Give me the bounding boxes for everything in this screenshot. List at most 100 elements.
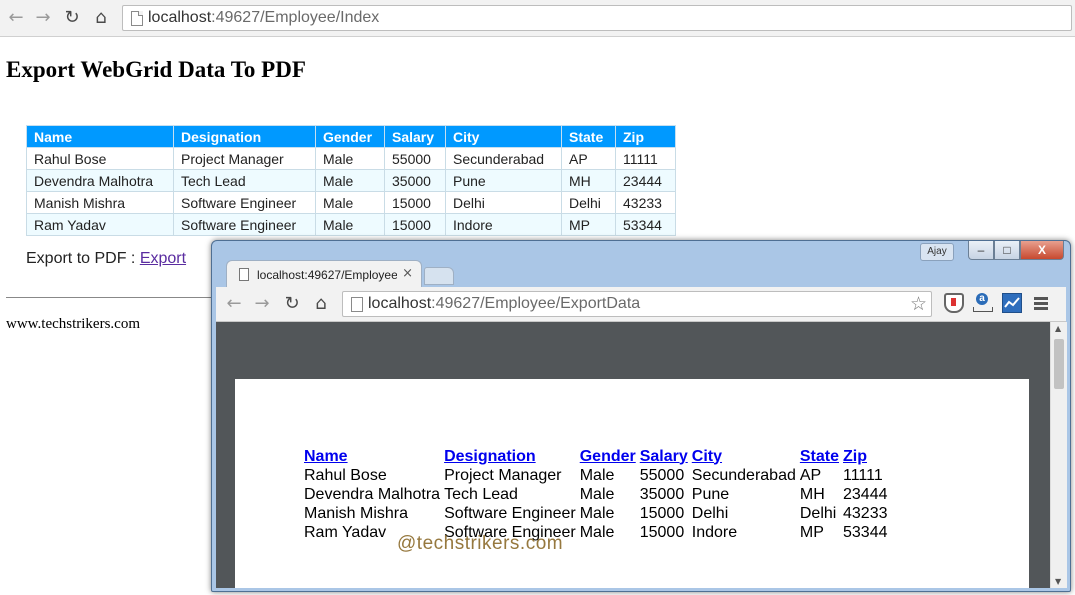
cell-zip: 23444 xyxy=(615,169,676,192)
amazon-extension-icon[interactable]: a xyxy=(972,293,993,313)
cell-designation: Tech Lead xyxy=(173,169,316,192)
home-icon[interactable]: ⌂ xyxy=(311,294,331,314)
page-title: Export WebGrid Data To PDF xyxy=(6,57,306,82)
cell-city: Secunderabad xyxy=(445,147,562,170)
address-bar[interactable]: localhost:49627/Employee/ExportData ☆ xyxy=(342,291,932,317)
cell-name: Devendra Malhotra xyxy=(304,485,441,503)
reload-icon[interactable]: ↻ xyxy=(62,8,82,28)
cell-name: Devendra Malhotra xyxy=(26,169,174,192)
cell-name: Manish Mishra xyxy=(304,504,409,522)
pdf-header-zip[interactable]: Zip xyxy=(843,447,892,466)
cell-salary: 15000 xyxy=(384,191,446,214)
cell-state: MP xyxy=(561,213,616,236)
address-url: localhost:49627/Employee/Index xyxy=(148,9,380,26)
cell-salary: 55000 xyxy=(639,466,685,484)
cell-state: Delhi xyxy=(799,504,837,522)
pdf-header-city[interactable]: City xyxy=(692,447,800,466)
cell-name: Manish Mishra xyxy=(26,191,174,214)
table-row: Devendra Malhotra Tech Lead Male 35000 P… xyxy=(304,485,892,504)
close-window-button[interactable]: X xyxy=(1020,241,1064,260)
grid-header-city[interactable]: City xyxy=(445,125,562,148)
home-icon[interactable]: ⌂ xyxy=(91,8,111,28)
cell-state: MH xyxy=(799,485,825,503)
footer-text: www.techstrikers.com xyxy=(6,316,140,332)
pdf-header-name[interactable]: Name xyxy=(304,447,444,466)
grid-header-state[interactable]: State xyxy=(561,125,616,148)
cell-city: Pune xyxy=(445,169,562,192)
vertical-scrollbar[interactable]: ▲ ▼ xyxy=(1050,322,1067,588)
cell-gender: Male xyxy=(579,485,615,503)
pdf-header-row: Name Designation Gender Salary City Stat… xyxy=(304,447,892,466)
pdf-header-salary[interactable]: Salary xyxy=(640,447,692,466)
cell-zip: 53344 xyxy=(843,523,888,541)
cell-designation: Project Manager xyxy=(173,147,316,170)
profile-button[interactable]: Ajay xyxy=(920,243,954,261)
cell-city: Pune xyxy=(691,485,730,503)
cell-city: Indore xyxy=(691,523,738,541)
cell-zip: 43233 xyxy=(843,504,888,522)
cell-state: AP xyxy=(561,147,616,170)
table-row: Manish Mishra Software Engineer Male 150… xyxy=(304,504,892,523)
cell-zip: 43233 xyxy=(615,191,676,214)
pdf-header-designation[interactable]: Designation xyxy=(444,447,580,466)
export-line: Export to PDF : Export xyxy=(26,250,186,268)
shield-extension-icon[interactable] xyxy=(944,293,964,313)
cell-name: Ram Yadav xyxy=(26,213,174,236)
pdf-table: Name Designation Gender Salary City Stat… xyxy=(304,447,892,542)
cell-salary: 35000 xyxy=(639,485,685,503)
tab-export-data[interactable]: localhost:49627/Employee × xyxy=(226,260,422,289)
back-arrow-icon[interactable]: ← xyxy=(224,294,244,314)
cell-zip: 11111 xyxy=(843,466,883,484)
cell-state: AP xyxy=(799,466,822,484)
grid-header-designation[interactable]: Designation xyxy=(173,125,316,148)
cell-name: Rahul Bose xyxy=(304,466,387,484)
forward-arrow-icon[interactable]: → xyxy=(33,8,53,28)
page-icon xyxy=(239,268,249,281)
pdf-header-state[interactable]: State xyxy=(800,447,843,466)
maximize-button[interactable]: □ xyxy=(994,241,1020,260)
address-bar[interactable]: localhost:49627/Employee/Index xyxy=(122,5,1072,31)
chart-extension-icon[interactable] xyxy=(1002,293,1022,313)
cell-state: Delhi xyxy=(561,191,616,214)
minimize-button[interactable]: – xyxy=(968,241,994,260)
export-label: Export to PDF : xyxy=(26,250,140,267)
cell-designation: Tech Lead xyxy=(444,485,518,503)
cell-zip: 11111 xyxy=(615,147,676,170)
reload-icon[interactable]: ↻ xyxy=(282,294,302,314)
menu-icon[interactable] xyxy=(1034,293,1048,313)
grid-header-row: Name Designation Gender Salary City Stat… xyxy=(26,125,676,148)
tab-title: localhost:49627/Employee xyxy=(257,268,397,282)
popup-browser-window: Ajay – □ X localhost:49627/Employee × ← … xyxy=(211,240,1071,592)
grid-header-zip[interactable]: Zip xyxy=(615,125,676,148)
cell-city: Delhi xyxy=(445,191,562,214)
cell-zip: 53344 xyxy=(615,213,676,236)
forward-arrow-icon[interactable]: → xyxy=(252,294,272,314)
grid-header-name[interactable]: Name xyxy=(26,125,174,148)
bookmark-star-icon[interactable]: ☆ xyxy=(910,293,927,315)
cell-city: Secunderabad xyxy=(691,466,796,484)
scrollbar-thumb[interactable] xyxy=(1054,339,1064,389)
cell-gender: Male xyxy=(315,147,385,170)
cell-salary: 15000 xyxy=(384,213,446,236)
grid-header-salary[interactable]: Salary xyxy=(384,125,446,148)
table-row: Rahul Bose Project Manager Male 55000 Se… xyxy=(304,466,892,485)
scroll-down-icon[interactable]: ▼ xyxy=(1055,577,1061,586)
table-row: Manish Mishra Software Engineer Male 150… xyxy=(26,191,676,214)
page-icon xyxy=(351,297,363,312)
table-row: Devendra Malhotra Tech Lead Male 35000 P… xyxy=(26,169,676,192)
tab-close-icon[interactable]: × xyxy=(402,266,413,281)
pdf-viewer: Name Designation Gender Salary City Stat… xyxy=(216,322,1050,588)
pdf-header-gender[interactable]: Gender xyxy=(580,447,640,466)
cell-salary: 35000 xyxy=(384,169,446,192)
new-tab-button[interactable] xyxy=(424,267,454,285)
cell-designation: Software Engineer xyxy=(173,213,316,236)
export-link[interactable]: Export xyxy=(140,250,186,267)
browser-toolbar: ← → ↻ ⌂ localhost:49627/Employee/Index xyxy=(0,0,1075,37)
watermark-text: @techstrikers.com xyxy=(397,533,564,554)
cell-city: Indore xyxy=(445,213,562,236)
scroll-up-icon[interactable]: ▲ xyxy=(1055,324,1061,333)
back-arrow-icon[interactable]: ← xyxy=(6,8,26,28)
page-icon xyxy=(131,11,143,26)
grid-header-gender[interactable]: Gender xyxy=(315,125,385,148)
cell-gender: Male xyxy=(579,504,615,522)
